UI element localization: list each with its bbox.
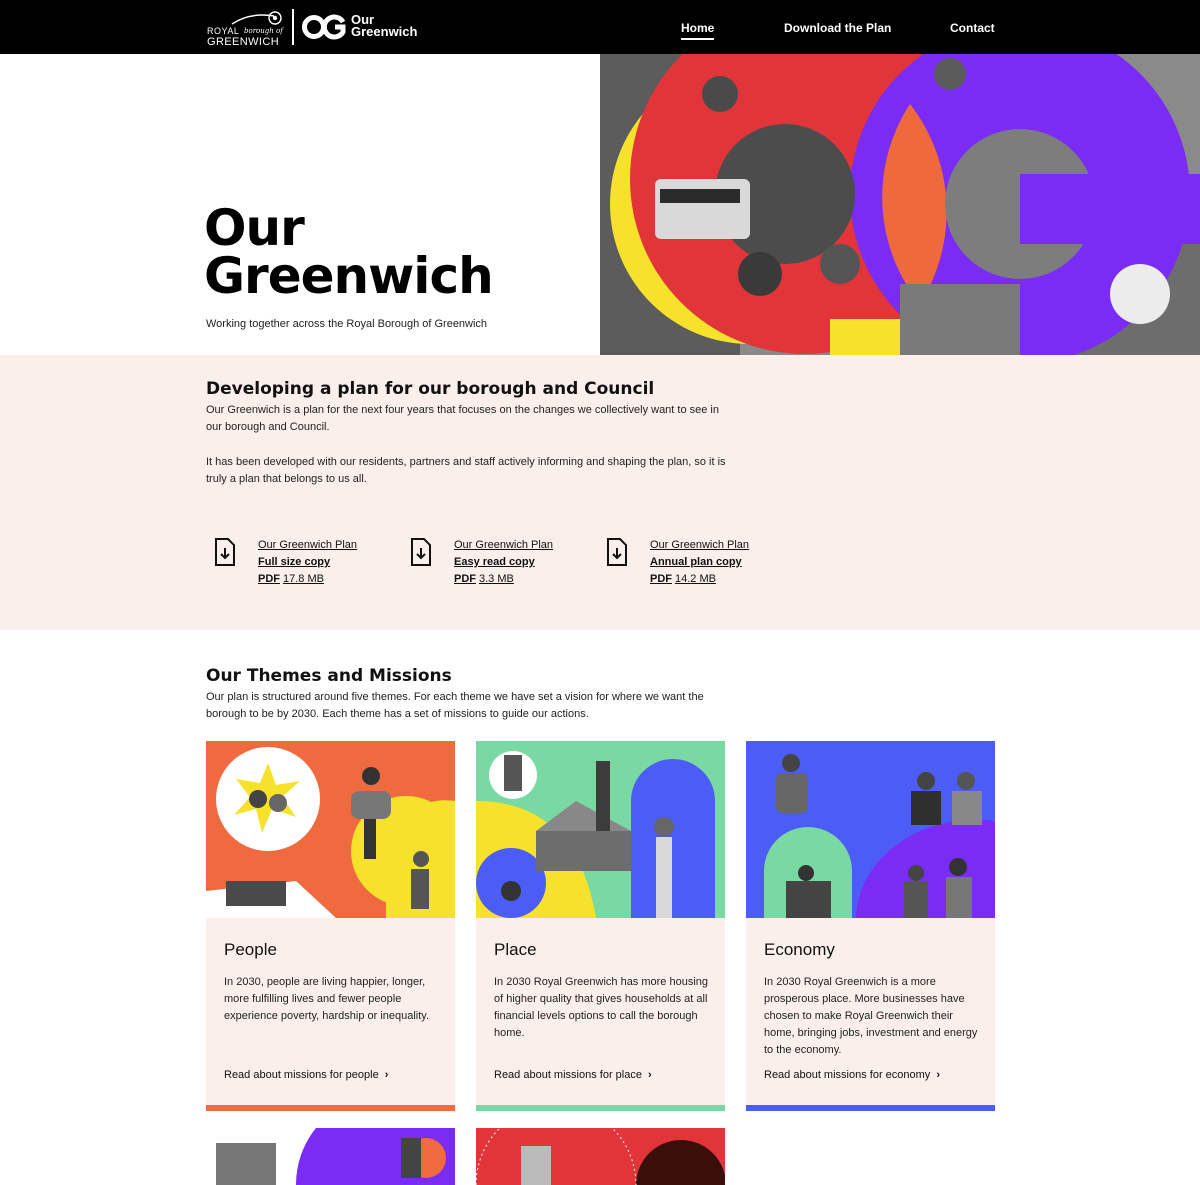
download-title: Our Greenwich Plan	[454, 539, 554, 551]
card-description: In 2030 Royal Greenwich is a more prospe…	[764, 976, 978, 1056]
hero-title-line2: Greenwich	[204, 247, 494, 305]
plan-heading: Developing a plan for our borough and Co…	[206, 379, 655, 399]
nav-home-link[interactable]: Home	[681, 21, 715, 40]
theme-card-partial-1[interactable]	[206, 1128, 455, 1185]
link-label: Read about missions for economy	[764, 1069, 931, 1081]
theme-card-people: People In 2030, people are living happie…	[206, 741, 455, 1111]
card-description: In 2030, people are living happier, long…	[224, 976, 430, 1022]
theme-card-place: Place In 2030 Royal Greenwich has more h…	[476, 741, 725, 1111]
card-title: Economy	[764, 940, 835, 959]
card-accent-bar	[476, 1105, 725, 1111]
download-size: 17.8 MB	[283, 573, 324, 585]
themes-heading: Our Themes and Missions	[206, 666, 452, 686]
read-missions-economy-link[interactable]: Read about missions for economy ›	[764, 1069, 940, 1081]
chevron-right-icon: ›	[647, 1069, 652, 1081]
hero-subtitle: Working together across the Royal Boroug…	[206, 318, 488, 330]
card-title: People	[224, 940, 277, 959]
link-label: Read about missions for people	[224, 1069, 379, 1081]
card-title: Place	[494, 940, 537, 959]
download-annual-plan[interactable]: Our Greenwich Plan Annual plan copy PDF 1…	[598, 537, 768, 597]
chevron-right-icon: ›	[384, 1069, 389, 1081]
place-theme-image	[476, 741, 725, 918]
logo-greenwich-text: GREENWICH	[207, 36, 280, 48]
royal-greenwich-logo[interactable]: ROYAL borough of GREENWICH	[206, 10, 286, 48]
logo-royal-text: ROYAL	[207, 26, 240, 36]
hero-title-line1: Our	[204, 199, 305, 257]
og-logo-icon[interactable]	[302, 14, 346, 40]
read-missions-place-link[interactable]: Read about missions for place ›	[494, 1069, 652, 1081]
hero-title: Our Greenwich	[204, 199, 494, 305]
download-easy-read[interactable]: Our Greenwich Plan Easy read copy PDF 3.3…	[402, 537, 572, 597]
chevron-right-icon: ›	[936, 1069, 940, 1081]
our-greenwich-wordmark[interactable]: Our Greenwich	[351, 13, 418, 39]
download-size: 3.3 MB	[479, 573, 514, 585]
nav-contact-link[interactable]: Contact	[950, 21, 995, 35]
economy-theme-image	[746, 741, 995, 918]
download-meta: PDF 3.3 MB	[454, 573, 514, 585]
plan-section: Developing a plan for our borough and Co…	[0, 355, 1200, 630]
download-title: Our Greenwich Plan	[258, 539, 358, 551]
theme-card-partial-2[interactable]	[476, 1128, 725, 1185]
download-format: PDF	[650, 573, 672, 585]
link-label: Read about missions for place	[494, 1069, 642, 1081]
download-variant: Annual plan copy	[650, 556, 742, 568]
download-meta: PDF 17.8 MB	[258, 573, 324, 585]
logo-borough-text: borough of	[244, 27, 283, 35]
download-format: PDF	[258, 573, 280, 585]
read-missions-people-link[interactable]: Read about missions for people ›	[224, 1069, 388, 1081]
file-download-icon	[411, 538, 431, 566]
card-accent-bar	[746, 1105, 995, 1111]
download-title: Our Greenwich Plan	[650, 539, 750, 551]
card-description: In 2030 Royal Greenwich has more housing…	[494, 976, 709, 1039]
download-full-size[interactable]: Our Greenwich Plan Full size copy PDF 17.…	[206, 537, 376, 597]
plan-paragraph-2: It has been developed with our residents…	[206, 456, 726, 485]
wordmark-greenwich: Greenwich	[351, 24, 418, 39]
plan-paragraph-1: Our Greenwich is a plan for the next fou…	[206, 404, 719, 433]
people-theme-image	[206, 741, 455, 918]
themes-section: Our Themes and Missions Our plan is stru…	[0, 630, 1200, 1185]
theme-card-economy: Economy In 2030 Royal Greenwich is a mor…	[746, 741, 995, 1111]
file-download-icon	[607, 538, 627, 566]
nav-download-link[interactable]: Download the Plan	[784, 21, 891, 35]
download-size: 14.2 MB	[675, 573, 716, 585]
file-download-icon	[215, 538, 235, 566]
download-format: PDF	[454, 573, 476, 585]
download-meta: PDF 14.2 MB	[650, 573, 716, 585]
logo-divider	[292, 9, 294, 45]
download-variant: Full size copy	[258, 556, 331, 568]
hero-collage-image	[600, 54, 1200, 355]
themes-paragraph: Our plan is structured around five theme…	[206, 691, 704, 720]
site-header: ROYAL borough of GREENWICH Our Greenwich…	[0, 0, 1200, 54]
card-accent-bar	[206, 1105, 455, 1111]
download-variant: Easy read copy	[454, 556, 535, 568]
hero-section: Our Greenwich Working together across th…	[0, 54, 1200, 355]
